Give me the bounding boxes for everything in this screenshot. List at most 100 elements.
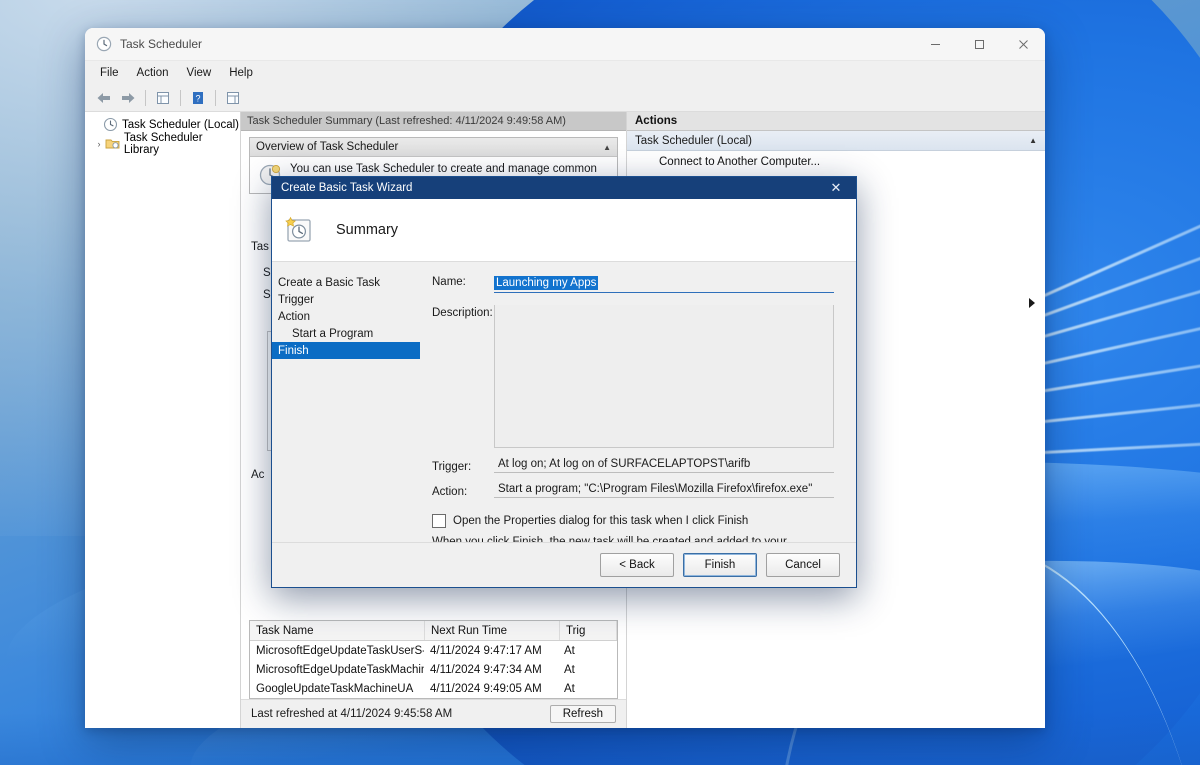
menu-help[interactable]: Help (220, 65, 262, 81)
close-icon[interactable] (1001, 28, 1045, 60)
wizard-titlebar: Create Basic Task Wizard ✕ (272, 177, 856, 199)
task-wizard-icon (285, 216, 311, 242)
open-properties-checkbox-row[interactable]: Open the Properties dialog for this task… (432, 514, 834, 528)
tree-expander-icon[interactable]: › (93, 139, 105, 149)
clock-icon (96, 36, 112, 52)
minimize-icon[interactable] (913, 28, 957, 60)
open-properties-checkbox[interactable] (432, 514, 446, 528)
last-refreshed-text: Last refreshed at 4/11/2024 9:45:58 AM (251, 708, 453, 720)
description-label: Description: (432, 307, 493, 319)
help-icon[interactable]: ? (187, 88, 209, 108)
cell-task-name: MicrosoftEdgeUpdateTaskMachine... (256, 663, 424, 676)
desktop: Task Scheduler File Action View Help ? T… (0, 0, 1200, 765)
toolbar: ? (85, 85, 1045, 112)
tree-item-task-scheduler-library[interactable]: › Task Scheduler Library (85, 131, 240, 156)
navigation-tree: Task Scheduler (Local) › Task Scheduler … (85, 112, 241, 728)
back-arrow-icon[interactable] (93, 88, 115, 108)
wizard-step-nav: Create a Basic Task Trigger Action Start… (272, 262, 432, 542)
actions-group-header[interactable]: Task Scheduler (Local) ▲ (627, 131, 1045, 151)
wizard-step-create-a-basic-task[interactable]: Create a Basic Task (272, 274, 420, 291)
cell-task-name: MicrosoftEdgeUpdateTaskUserS-1-... (256, 644, 424, 657)
trigger-value: At log on; At log on of SURFACELAPTOPST\… (494, 458, 834, 473)
column-header-task-name[interactable]: Task Name (250, 621, 425, 640)
menu-view[interactable]: View (178, 65, 221, 81)
tree-item-label: Task Scheduler Library (123, 131, 203, 156)
maximize-icon[interactable] (957, 28, 1001, 60)
trigger-row: Trigger: At log on; At log on of SURFACE… (432, 458, 834, 473)
wizard-step-action[interactable]: Action (272, 308, 420, 325)
status-bar: Last refreshed at 4/11/2024 9:45:58 AM R… (241, 699, 626, 728)
stub-label: Ac (251, 469, 265, 481)
stub-label: Tas (251, 241, 269, 253)
action-label: Action: (432, 486, 468, 498)
cell-next-run-time: 4/11/2024 9:47:34 AM (430, 663, 542, 676)
properties-icon[interactable] (152, 88, 174, 108)
actions-pane-title: Actions (627, 112, 1045, 131)
toolbar-separator (215, 90, 216, 106)
table-row[interactable]: GoogleUpdateTaskMachineUA 4/11/2024 9:49… (250, 679, 617, 698)
refresh-button[interactable]: Refresh (549, 705, 616, 723)
chevron-up-icon[interactable]: ▲ (1029, 136, 1037, 145)
cell-next-run-time: 4/11/2024 9:47:17 AM (430, 644, 542, 657)
cell-trigger: At (564, 663, 575, 676)
column-header-next-run-time[interactable]: Next Run Time (425, 621, 560, 640)
toolbar-separator (180, 90, 181, 106)
menu-file[interactable]: File (91, 65, 128, 81)
action-connect-to-another-computer[interactable]: Connect to Another Computer... (627, 151, 1045, 173)
cell-task-name: GoogleUpdateTaskMachineUA (256, 682, 414, 695)
toolbar-separator (145, 90, 146, 106)
overview-group-header[interactable]: Overview of Task Scheduler ▲ (250, 138, 617, 157)
column-header-trigger[interactable]: Trig (560, 621, 617, 640)
description-input[interactable] (494, 305, 834, 448)
chevron-up-icon[interactable]: ▲ (603, 143, 611, 152)
wizard-step-start-a-program[interactable]: Start a Program (272, 325, 420, 342)
stub-label: S (263, 267, 271, 279)
description-field-row: Description: (432, 305, 834, 448)
tree-item-label: Task Scheduler (Local) (122, 118, 239, 131)
create-basic-task-wizard-dialog: Create Basic Task Wizard ✕ Summary Creat… (271, 176, 857, 588)
clock-icon (103, 117, 118, 132)
wizard-header: Summary (272, 199, 856, 262)
svg-text:?: ? (195, 94, 200, 104)
wizard-step-trigger[interactable]: Trigger (272, 291, 420, 308)
action-row: Action: Start a program; "C:\Program Fil… (432, 483, 834, 498)
folder-icon (105, 139, 120, 149)
forward-arrow-icon[interactable] (117, 88, 139, 108)
table-row[interactable]: MicrosoftEdgeUpdateTaskMachine... 4/11/2… (250, 660, 617, 679)
cell-trigger: At (564, 682, 575, 695)
name-field-row: Name: Launching my Apps (432, 274, 834, 293)
cell-trigger: At (564, 644, 575, 657)
action-label: Connect to Another Computer... (659, 156, 821, 168)
trigger-label: Trigger: (432, 461, 472, 473)
back-button[interactable]: < Back (600, 553, 674, 577)
open-properties-checkbox-label: Open the Properties dialog for this task… (453, 515, 749, 527)
close-icon[interactable]: ✕ (816, 177, 856, 199)
name-label: Name: (432, 276, 466, 288)
wizard-step-title: Summary (336, 222, 399, 238)
cell-next-run-time: 4/11/2024 9:49:05 AM (430, 682, 542, 695)
cancel-button[interactable]: Cancel (766, 553, 840, 577)
name-input[interactable]: Launching my Apps (494, 274, 834, 293)
window-controls (913, 28, 1045, 60)
wizard-step-finish[interactable]: Finish (272, 342, 420, 359)
table-row[interactable]: MicrosoftEdgeUpdateTaskUserS-1-... 4/11/… (250, 641, 617, 660)
overview-group-title: Overview of Task Scheduler (256, 141, 399, 153)
wizard-footer: < Back Finish Cancel (272, 542, 856, 587)
stub-label: S (263, 289, 271, 301)
menu-action[interactable]: Action (128, 65, 178, 81)
action-value: Start a program; "C:\Program Files\Mozil… (494, 483, 834, 498)
wizard-title: Create Basic Task Wizard (281, 182, 413, 194)
task-table-wrapper: Task Name Next Run Time Trig MicrosoftEd… (241, 620, 626, 699)
menu-bar: File Action View Help (85, 61, 1045, 85)
finish-button[interactable]: Finish (683, 553, 757, 577)
wizard-content: Name: Launching my Apps Description: Tri… (432, 262, 856, 560)
description-input-wrapper (494, 305, 834, 448)
show-hide-pane-icon[interactable] (222, 88, 244, 108)
window-title: Task Scheduler (120, 37, 203, 51)
summary-header: Task Scheduler Summary (Last refreshed: … (241, 112, 626, 131)
name-input-value: Launching my Apps (494, 276, 599, 290)
wizard-main: Create a Basic Task Trigger Action Start… (272, 262, 856, 560)
scroll-right-arrow-icon[interactable] (1029, 298, 1035, 308)
task-table: Task Name Next Run Time Trig MicrosoftEd… (249, 620, 618, 699)
window-titlebar: Task Scheduler (85, 28, 1045, 61)
